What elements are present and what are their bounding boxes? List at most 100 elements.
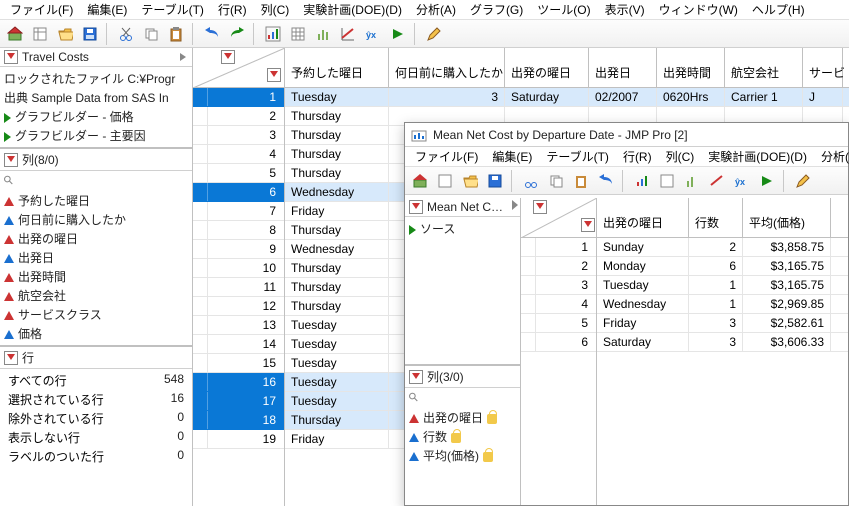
row-header[interactable]: 1	[193, 88, 284, 107]
home-icon[interactable]	[409, 170, 431, 192]
menu-view[interactable]: 表示(V)	[599, 0, 651, 20]
column-item[interactable]: 予約した曜日	[4, 191, 188, 210]
copy-icon[interactable]	[545, 170, 567, 192]
menu-tables[interactable]: テーブル(T)	[135, 0, 210, 20]
cell[interactable]: Thursday	[285, 259, 389, 277]
arrow-run-icon[interactable]	[756, 170, 778, 192]
column-header[interactable]: 出発日	[589, 48, 657, 87]
cell[interactable]: Tuesday	[285, 316, 389, 334]
rowstat-hidden[interactable]: 表示しない行0	[4, 428, 188, 447]
cell[interactable]: Tuesday	[597, 276, 689, 294]
rowstat-labeled[interactable]: ラベルのついた行0	[4, 447, 188, 466]
menu-rows[interactable]: 行(R)	[617, 146, 658, 167]
summary-table-panel-head[interactable]: Mean Net Cost b…	[405, 198, 520, 217]
menu-tools[interactable]: ツール(O)	[531, 0, 596, 20]
cell[interactable]: 3	[389, 88, 505, 106]
row-header[interactable]: 3	[193, 126, 284, 145]
cell[interactable]: Wednesday	[285, 240, 389, 258]
summary-source-script[interactable]: ソース	[409, 219, 516, 238]
row-header[interactable]: 13	[193, 316, 284, 335]
summary-window[interactable]: Mean Net Cost by Departure Date - JMP Pr…	[404, 122, 849, 506]
menu-edit[interactable]: 編集(E)	[486, 146, 538, 167]
menu-cols[interactable]: 列(C)	[255, 0, 296, 20]
menu-doe[interactable]: 実験計画(DOE)(D)	[297, 0, 408, 20]
script-graph2[interactable]: グラフビルダー - 主要因	[4, 126, 188, 145]
cell[interactable]: 1	[689, 276, 743, 294]
summary-columns-panel-head[interactable]: 列(3/0)	[405, 364, 520, 388]
open-icon[interactable]	[54, 23, 76, 45]
row-header[interactable]: 9	[193, 240, 284, 259]
column-search[interactable]: ⚲	[0, 171, 192, 189]
builder-icon[interactable]	[631, 170, 653, 192]
disclosure-icon[interactable]	[4, 153, 18, 167]
cell[interactable]: Saturday	[505, 88, 589, 106]
row-header[interactable]: 10	[193, 259, 284, 278]
copy-icon[interactable]	[140, 23, 162, 45]
column-header[interactable]: 平均(価格)	[743, 198, 831, 237]
redo-icon[interactable]	[226, 23, 248, 45]
row-header[interactable]: 15	[193, 354, 284, 373]
grid-corner[interactable]	[193, 48, 285, 88]
menu-file[interactable]: ファイル(F)	[4, 0, 79, 20]
cell[interactable]: Tuesday	[285, 335, 389, 353]
cell[interactable]: Wednesday	[285, 183, 389, 201]
new-datatable-icon[interactable]	[434, 170, 456, 192]
cut-icon[interactable]	[115, 23, 137, 45]
cell[interactable]: Thursday	[285, 145, 389, 163]
rowstat-all[interactable]: すべての行548	[4, 371, 188, 390]
column-header[interactable]: サービ	[803, 48, 843, 87]
data-row[interactable]: Sunday2$3,858.75	[597, 238, 848, 257]
cell[interactable]: Thursday	[285, 107, 389, 125]
cell[interactable]: $3,165.75	[743, 276, 831, 294]
data-row[interactable]: Saturday3$3,606.33	[597, 333, 848, 352]
script-graph1[interactable]: グラフビルダー - 価格	[4, 107, 188, 126]
cell[interactable]: 2	[689, 238, 743, 256]
fit-y-icon[interactable]	[706, 170, 728, 192]
cell[interactable]: Tuesday	[285, 354, 389, 372]
cut-icon[interactable]	[520, 170, 542, 192]
menu-graph[interactable]: グラフ(G)	[464, 0, 529, 20]
cell[interactable]: $2,969.85	[743, 295, 831, 313]
menu-doe[interactable]: 実験計画(DOE)(D)	[702, 146, 813, 167]
data-row[interactable]: Monday6$3,165.75	[597, 257, 848, 276]
save-icon[interactable]	[79, 23, 101, 45]
row-header[interactable]: 4	[193, 145, 284, 164]
home-icon[interactable]	[4, 23, 26, 45]
rows-panel-head[interactable]: 行	[0, 345, 192, 369]
save-icon[interactable]	[484, 170, 506, 192]
menu-edit[interactable]: 編集(E)	[81, 0, 133, 20]
row-header[interactable]: 18	[193, 411, 284, 430]
new-datatable-icon[interactable]	[29, 23, 51, 45]
data-row[interactable]: Friday3$2,582.61	[597, 314, 848, 333]
menu-analyze[interactable]: 分析(A)	[815, 146, 849, 167]
row-header[interactable]: 7	[193, 202, 284, 221]
column-header[interactable]: 出発の曜日	[505, 48, 589, 87]
cell[interactable]: Tuesday	[285, 88, 389, 106]
row-header[interactable]: 1	[521, 238, 596, 257]
column-item[interactable]: 平均(価格)	[409, 446, 516, 465]
column-header[interactable]: 予約した曜日	[285, 48, 389, 87]
column-item[interactable]: 出発日	[4, 248, 188, 267]
cell[interactable]: $2,582.61	[743, 314, 831, 332]
data-row[interactable]: Tuesday3Saturday02/20070620HrsCarrier 1J	[285, 88, 849, 107]
row-header[interactable]: 11	[193, 278, 284, 297]
dist-icon[interactable]	[312, 23, 334, 45]
row-header[interactable]: 3	[521, 276, 596, 295]
grid-corner[interactable]	[521, 198, 597, 238]
pencil-icon[interactable]	[423, 23, 445, 45]
cell[interactable]: Friday	[285, 430, 389, 448]
column-item[interactable]: 出発時間	[4, 267, 188, 286]
row-header[interactable]: 5	[193, 164, 284, 183]
row-header[interactable]: 19	[193, 430, 284, 449]
column-item[interactable]: 出発の曜日	[409, 408, 516, 427]
cell[interactable]: J	[803, 88, 843, 106]
cell[interactable]: Friday	[597, 314, 689, 332]
cell[interactable]: $3,606.33	[743, 333, 831, 351]
column-header[interactable]: 出発時間	[657, 48, 725, 87]
cell[interactable]: 02/2007	[589, 88, 657, 106]
row-header[interactable]: 14	[193, 335, 284, 354]
column-item[interactable]: 価格	[4, 324, 188, 343]
cell[interactable]: Thursday	[285, 278, 389, 296]
menu-tables[interactable]: テーブル(T)	[540, 146, 615, 167]
menu-window[interactable]: ウィンドウ(W)	[653, 0, 744, 20]
